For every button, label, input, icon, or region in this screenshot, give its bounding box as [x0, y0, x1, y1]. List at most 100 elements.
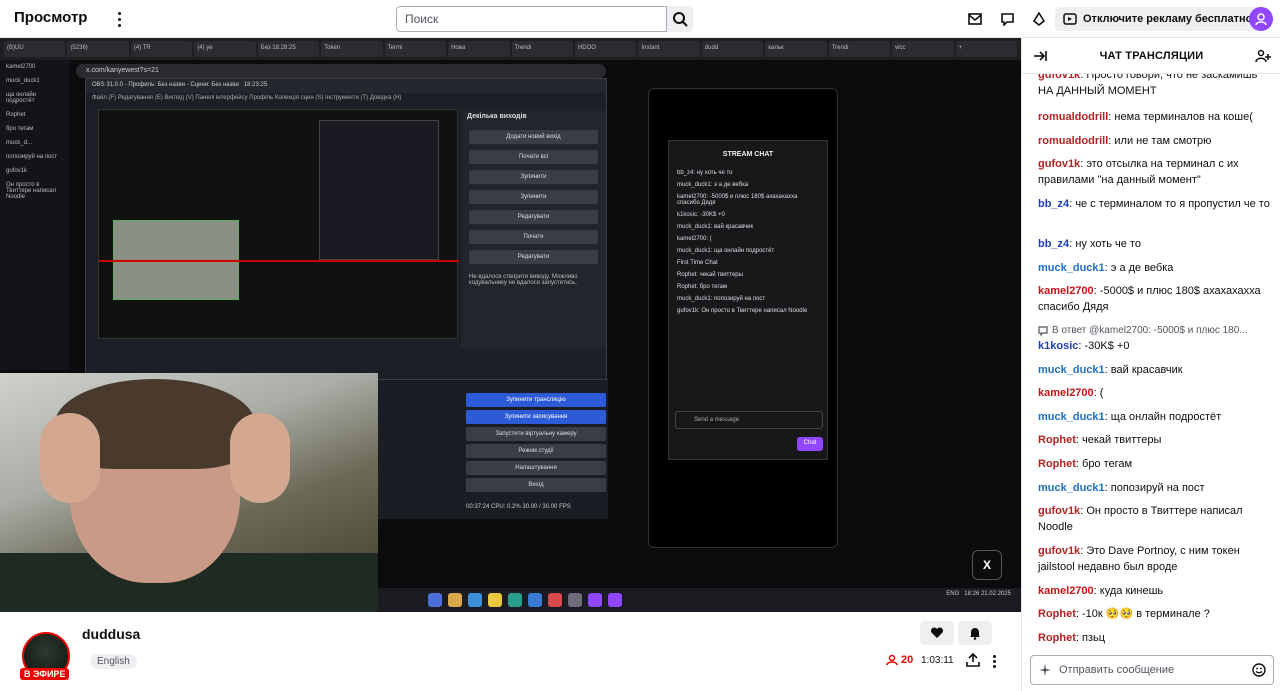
page-title: Просмотр [14, 9, 88, 26]
chat-message[interactable]: Rophet: бро тегам [1038, 457, 1270, 473]
reply-icon [1038, 326, 1048, 336]
browser-tab: Instant [638, 41, 700, 57]
viewer-count-value: 20 [901, 654, 914, 666]
ad-free-label: Отключите рекламу бесплатно [1083, 13, 1253, 25]
browser-tab: (4) ye [194, 41, 256, 57]
chat-text: пзьц [1082, 632, 1106, 644]
chat-username[interactable]: kamel2700 [1038, 585, 1094, 597]
stream-uptime: 1:03:11 [921, 655, 954, 666]
chat-message[interactable]: muck_duck1: попозируй на пост [1038, 481, 1270, 497]
stream-chat-title: STREAM CHAT [722, 151, 774, 158]
chat-header: ЧАТ ТРАНСЛЯЦИИ [1022, 38, 1280, 74]
community-icon[interactable] [1255, 49, 1271, 63]
chat-username[interactable]: muck_duck1 [1038, 411, 1105, 423]
reply-text: В ответ @kamel2700: -5000$ и плюс 180... [1052, 325, 1248, 336]
chat-username[interactable]: k1kosic [1038, 340, 1078, 352]
obs-control-button: Запустити віртуальну камеру [466, 427, 606, 441]
share-icon[interactable] [965, 652, 981, 668]
search-input[interactable] [396, 6, 667, 32]
chat-text: -10к 🥺🥺 в терминале ? [1082, 608, 1210, 620]
chat-username[interactable]: muck_duck1 [1038, 482, 1105, 494]
chat-username[interactable]: gufov1k [1038, 74, 1080, 81]
menu-kebab-icon[interactable] [110, 8, 128, 30]
overlay-chat-line: gufov1k [6, 168, 28, 174]
hand-right [230, 413, 290, 503]
browser-tab: wcc [892, 41, 954, 57]
inbox-icon[interactable] [964, 8, 986, 30]
channel-name[interactable]: duddusa [82, 626, 140, 642]
chat-username[interactable]: muck_duck1 [1038, 364, 1105, 376]
taskbar-clock: ENG 18:26 21.02.2025 [946, 591, 1011, 597]
chat-username[interactable]: kamel2700 [1038, 387, 1094, 399]
obs-multiple-outputs: Декілька виходів Додати новий вихід Почат… [461, 109, 606, 349]
chat-username[interactable]: muck_duck1 [1038, 262, 1105, 274]
chat-message[interactable]: Rophet: пзьц [1038, 631, 1270, 646]
chat-message[interactable]: romualdodrill: или не там смотрю [1038, 134, 1270, 150]
top-icons [964, 8, 1050, 30]
obs-control-button: Режим студії [466, 444, 606, 458]
browser-tab: кальк [765, 41, 827, 57]
video-player[interactable]: (B)UU (5236) (4) TR (4) ye Без 18:28:25 Token… [0, 38, 1021, 612]
chat-text: э а де вебка [1110, 262, 1174, 274]
chat-text: нема терминалов на коше( [1114, 111, 1253, 123]
chat-input[interactable] [1059, 660, 1244, 680]
chat-username[interactable]: romualdodrill [1038, 111, 1108, 123]
chat-text: ( [1099, 387, 1104, 399]
chat-username[interactable]: Rophet [1038, 632, 1076, 644]
chat-message[interactable]: kamel2700: -5000$ и плюс 180$ ахахахахха… [1038, 284, 1270, 315]
language-tag[interactable]: English [90, 654, 137, 669]
notifications-button[interactable] [958, 621, 992, 645]
chat-message[interactable]: gufov1k: это отсылка на терминал с их пр… [1038, 157, 1270, 188]
chat-message[interactable]: muck_duck1: ща онлайн подростёт [1038, 410, 1270, 426]
chat-username[interactable]: Rophet [1038, 458, 1076, 470]
bits-icon[interactable] [1028, 8, 1050, 30]
user-avatar[interactable] [1249, 7, 1273, 31]
obs-title: OBS 31.0.0 - Профиль: Без назви - Сцени:… [86, 79, 606, 93]
viewers-icon [886, 654, 898, 666]
chat-message[interactable]: kamel2700: куда кинешь [1038, 584, 1270, 600]
chat-message[interactable]: gufov1k: Он просто в Твиттере написал No… [1038, 504, 1270, 535]
chat-message[interactable]: muck_duck1: вай красавчик [1038, 363, 1270, 379]
browser-tab: + [955, 41, 1017, 57]
stream-chat-line: bb_z4: ну хоть че то [677, 170, 733, 176]
chat-username[interactable]: gufov1k [1038, 545, 1080, 557]
hand-left [40, 413, 100, 503]
chat-message[interactable]: k1kosic: -30K$ +0 [1038, 339, 1270, 355]
chat-message[interactable]: gufov1k: Просто говори, что не заскамишь… [1038, 74, 1270, 99]
chat-text: вай красавчик [1110, 364, 1183, 376]
ad-free-button[interactable]: Отключите рекламу бесплатно [1055, 7, 1261, 31]
chat-username[interactable]: gufov1k [1038, 158, 1080, 170]
chat-username[interactable]: Rophet [1038, 434, 1076, 446]
more-options-icon[interactable] [988, 653, 1000, 669]
chat-reply-context[interactable]: В ответ @kamel2700: -5000$ и плюс 180... [1038, 323, 1270, 339]
whispers-icon[interactable] [996, 8, 1018, 30]
obs-panel-button: Зупинити [469, 190, 598, 204]
chat-username[interactable]: romualdodrill [1038, 135, 1108, 147]
browser-tab: Trendi [511, 41, 573, 57]
follow-button[interactable] [920, 621, 954, 645]
chat-username[interactable]: bb_z4 [1038, 198, 1069, 210]
chat-message[interactable]: Rophet: чекай твиттеры [1038, 433, 1270, 449]
chat-input-box[interactable] [1030, 655, 1274, 685]
emoji-icon[interactable] [1252, 663, 1266, 677]
chat-message[interactable]: muck_duck1: э а де вебка [1038, 261, 1270, 277]
chat-username[interactable]: Rophet [1038, 608, 1076, 620]
sparkle-icon[interactable] [1039, 664, 1051, 676]
search-button[interactable] [667, 6, 693, 32]
chat-message[interactable]: kamel2700: ( [1038, 386, 1270, 402]
chat-username[interactable]: gufov1k [1038, 505, 1080, 517]
stream-chat-line: First Time Chat [677, 260, 718, 266]
chat-message[interactable]: bb_z4: че с терминалом то я пропустил че… [1038, 197, 1270, 213]
chat-text: ща онлайн подростёт [1110, 411, 1222, 423]
overlay-chat-line: muck_d... [6, 140, 33, 146]
chat-message[interactable]: romualdodrill: нема терминалов на коше( [1038, 110, 1270, 126]
chat-message[interactable]: gufov1k: Это Dave Portnoy, с ним токен j… [1038, 544, 1270, 575]
chat-text: че с терминалом то я пропустил че то [1075, 198, 1270, 210]
stream-chat-line: kamel2700: ( [677, 236, 712, 242]
chat-message[interactable]: Rophet: -10к 🥺🥺 в терминале ? [1038, 607, 1270, 623]
bell-icon [970, 628, 980, 640]
chat-message[interactable]: bb_z4: ну хоть че то [1038, 237, 1270, 253]
chat-username[interactable]: bb_z4 [1038, 238, 1069, 250]
overlay-chat-line: Rophet [6, 112, 26, 118]
chat-username[interactable]: kamel2700 [1038, 285, 1094, 297]
